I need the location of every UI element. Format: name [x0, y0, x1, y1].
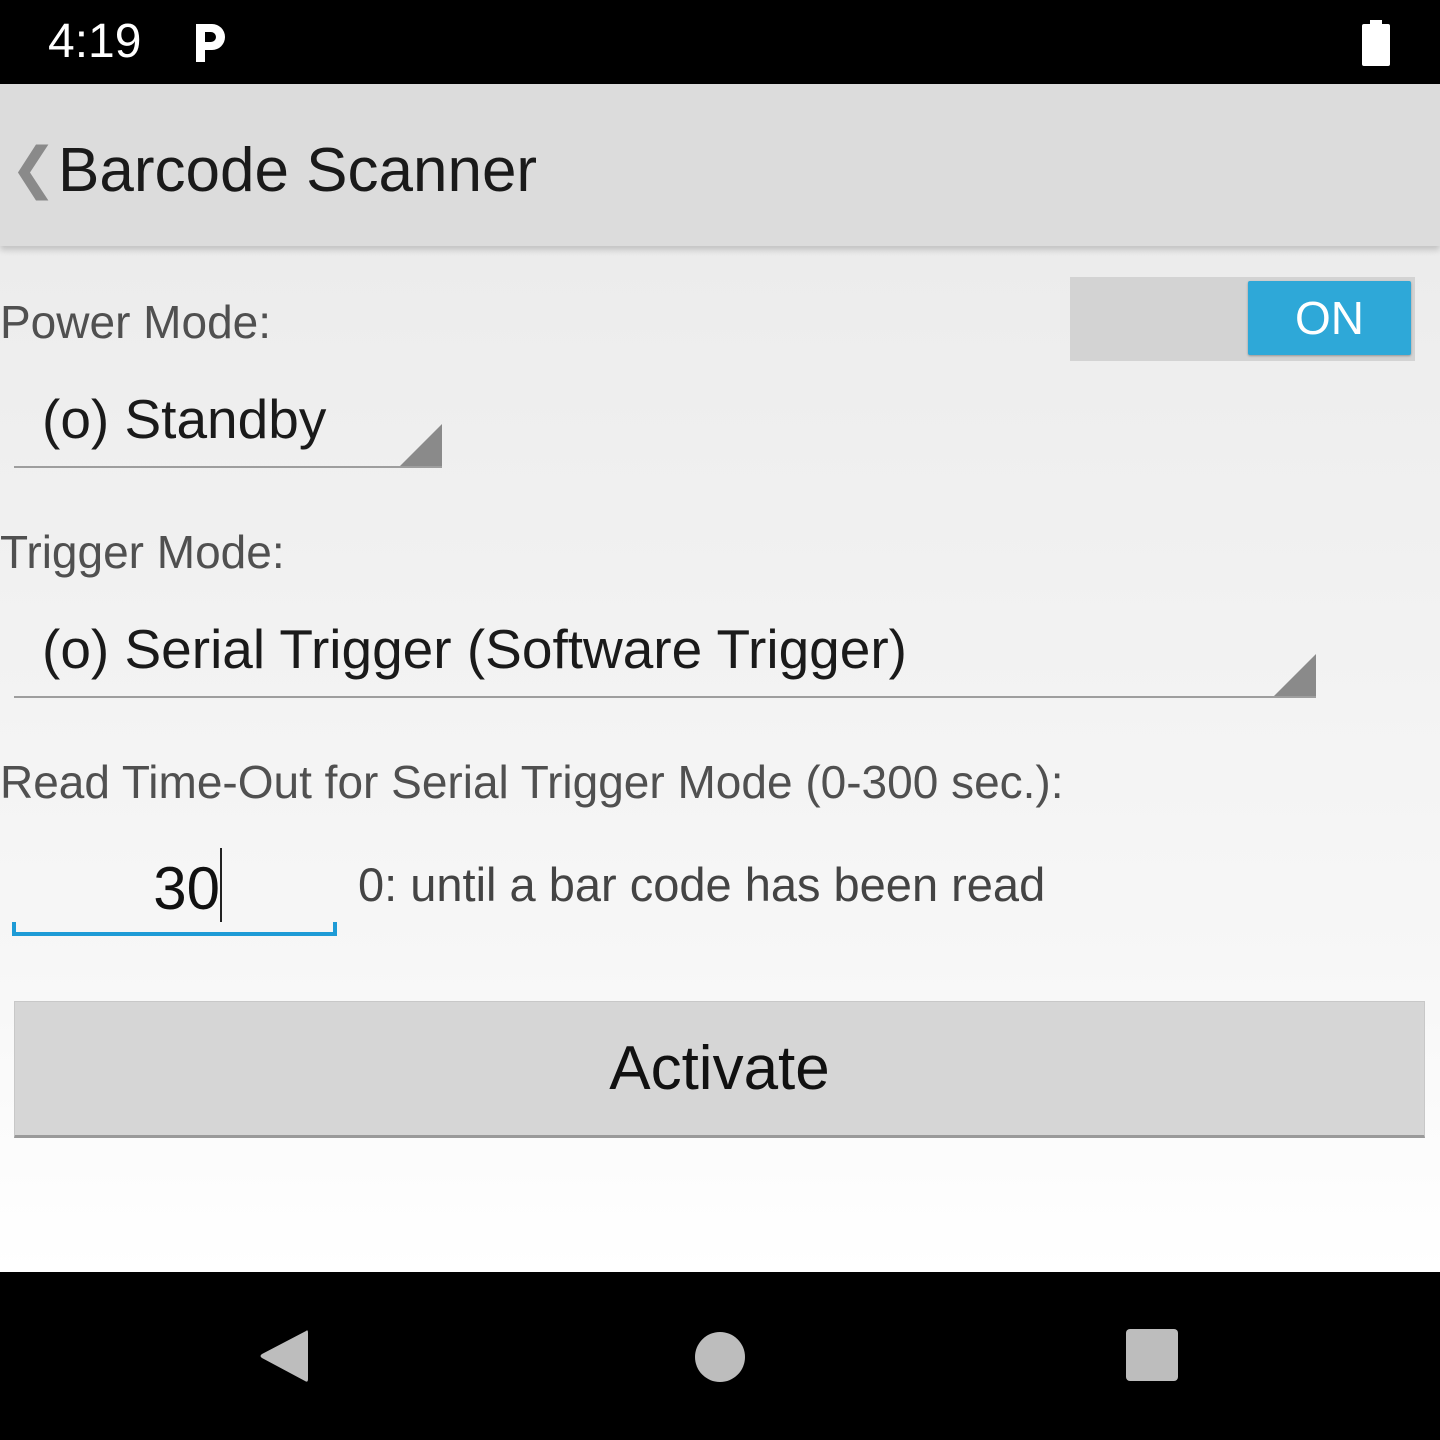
- status-bar: 4:19: [0, 0, 1440, 84]
- read-timeout-label: Read Time-Out for Serial Trigger Mode (0…: [0, 756, 1064, 808]
- input-underline-tick: [12, 922, 16, 936]
- input-underline-tick: [333, 922, 337, 936]
- trigger-mode-label: Trigger Mode:: [0, 526, 285, 578]
- power-toggle[interactable]: ON: [1070, 277, 1415, 361]
- nav-recents-icon[interactable]: [1126, 1329, 1178, 1381]
- status-clock: 4:19: [48, 15, 142, 68]
- app-title: Barcode Scanner: [58, 136, 538, 205]
- p-icon: [196, 24, 225, 62]
- back-chevron-icon[interactable]: ❮: [10, 138, 57, 198]
- power-mode-label: Power Mode:: [0, 296, 272, 348]
- navigation-bar: [0, 1272, 1440, 1440]
- battery-icon: [1362, 20, 1390, 66]
- app-bar: ❮ Barcode Scanner: [0, 84, 1440, 246]
- timeout-hint: 0: until a bar code has been read: [358, 858, 1046, 911]
- activate-button[interactable]: Activate: [14, 1001, 1425, 1138]
- timeout-value[interactable]: 30: [12, 856, 220, 922]
- text-caret: [220, 848, 222, 922]
- power-mode-selected: (o) Standby: [42, 388, 327, 450]
- nav-back-icon[interactable]: [258, 1327, 310, 1385]
- dropdown-arrow-icon: [1274, 654, 1316, 696]
- trigger-mode-spinner[interactable]: (o) Serial Trigger (Software Trigger): [14, 604, 1316, 698]
- toggle-on-thumb[interactable]: ON: [1248, 281, 1411, 355]
- timeout-input[interactable]: 30: [12, 836, 337, 936]
- settings-panel: Power Mode: ON (o) Standby Trigger Mode:…: [0, 246, 1440, 1272]
- input-underline: [12, 932, 337, 936]
- nav-home-icon[interactable]: [694, 1331, 746, 1383]
- trigger-mode-selected: (o) Serial Trigger (Software Trigger): [42, 618, 907, 680]
- power-mode-spinner[interactable]: (o) Standby: [14, 374, 442, 468]
- dropdown-arrow-icon: [400, 424, 442, 466]
